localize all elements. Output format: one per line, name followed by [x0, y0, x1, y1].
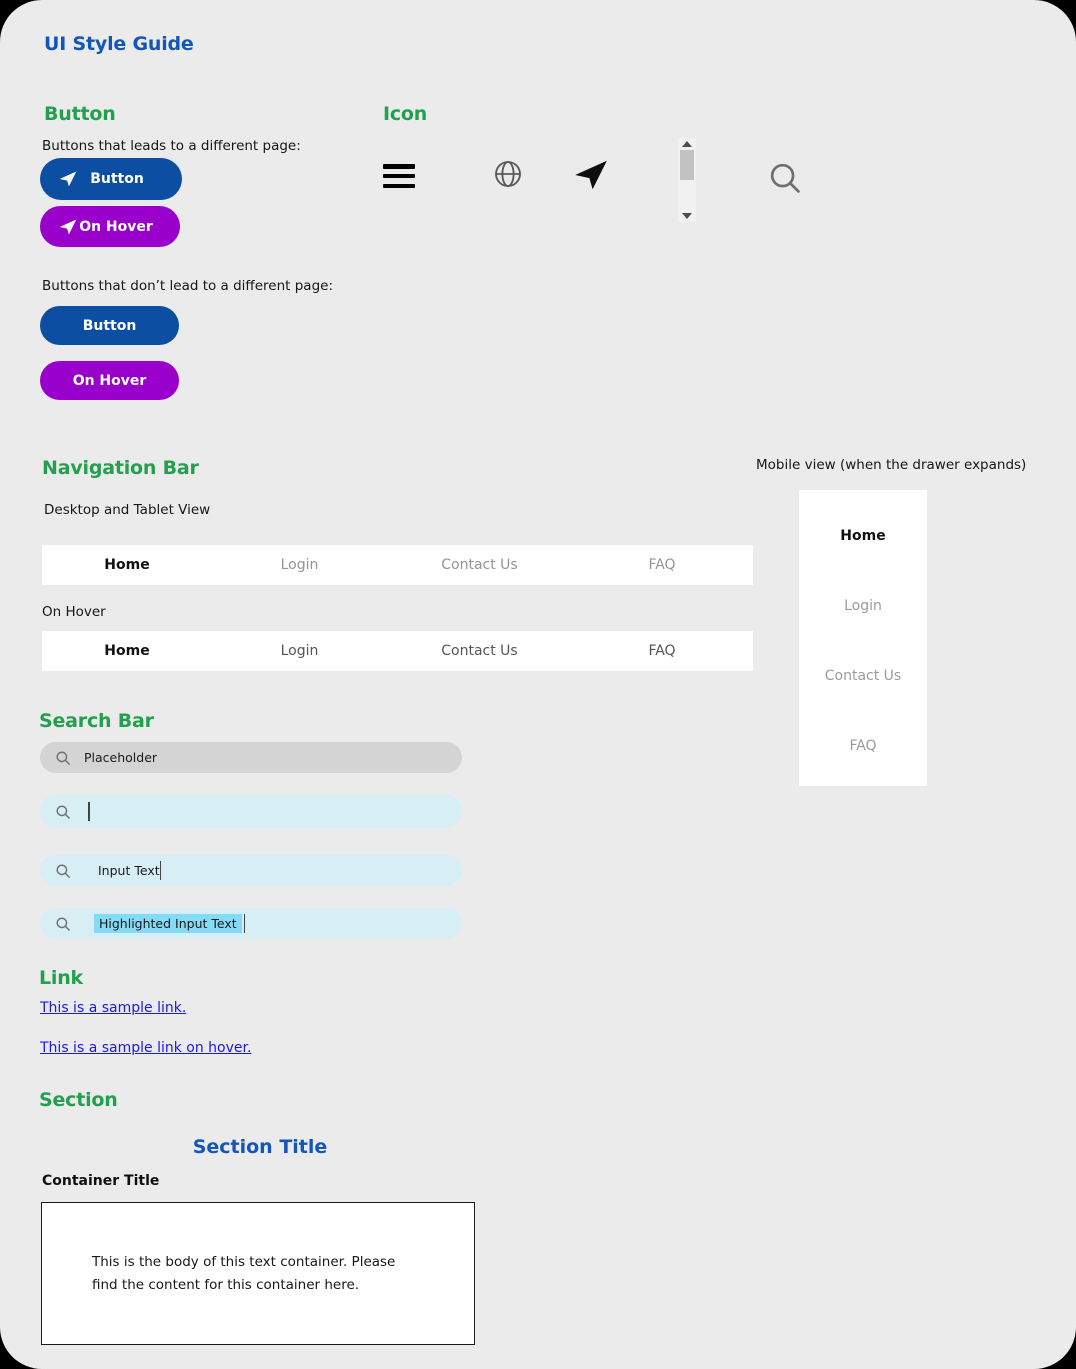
- container-title: Container Title: [42, 1173, 160, 1189]
- mobile-view-caption: Mobile view (when the drawer expands): [756, 457, 1027, 473]
- scroll-up-arrow-icon[interactable]: [682, 141, 692, 147]
- nav-item-home-hover[interactable]: Home: [42, 643, 212, 659]
- globe-icon[interactable]: [491, 157, 525, 191]
- scroll-down-arrow-icon[interactable]: [682, 213, 692, 219]
- search-input-text: Input Text: [98, 863, 160, 878]
- text-caret: [88, 802, 90, 821]
- icon-section-heading: Icon: [383, 103, 428, 125]
- text-caret: [243, 914, 246, 933]
- container-body-text: This is the body of this text container.…: [92, 1254, 396, 1293]
- nav-button-default-label: Button: [90, 171, 144, 187]
- nav-button-hover-label: On Hover: [79, 218, 153, 235]
- search-icon: [54, 862, 72, 880]
- sample-link-hover[interactable]: This is a sample link on hover.: [40, 1040, 251, 1056]
- text-caret: [159, 861, 162, 880]
- nav-buttons-caption: Buttons that leads to a different page:: [42, 138, 301, 154]
- drawer-item-faq[interactable]: FAQ: [799, 738, 927, 754]
- section-section-heading: Section: [39, 1089, 118, 1111]
- search-icon: [54, 915, 72, 933]
- scrollbar-thumb[interactable]: [680, 150, 694, 180]
- search-section-heading: Search Bar: [39, 710, 154, 732]
- paper-plane-icon: [58, 217, 78, 237]
- nav-hover-caption: On Hover: [42, 604, 106, 620]
- search-placeholder-text: Placeholder: [84, 750, 158, 765]
- search-icon: [54, 803, 72, 821]
- drawer-item-home[interactable]: Home: [799, 528, 927, 544]
- search-bar-with-input[interactable]: Input Text: [40, 855, 462, 886]
- button-section-heading: Button: [44, 103, 116, 125]
- nav-item-contact-us-hover[interactable]: Contact Us: [387, 643, 572, 659]
- paper-plane-icon: [58, 169, 78, 189]
- static-buttons-caption: Buttons that don’t lead to a different p…: [42, 278, 334, 294]
- search-icon: [54, 749, 72, 767]
- nav-section-heading: Navigation Bar: [42, 457, 199, 479]
- navbar-hover: Home Login Contact Us FAQ: [42, 631, 753, 671]
- style-guide-page: UI Style Guide Button Buttons that leads…: [0, 0, 1076, 1369]
- action-button-default[interactable]: Button: [40, 306, 179, 345]
- search-bar-empty-focused[interactable]: [40, 795, 462, 828]
- nav-item-faq[interactable]: FAQ: [572, 557, 752, 573]
- action-button-hover-label: On Hover: [72, 372, 147, 389]
- search-bar-placeholder[interactable]: Placeholder: [40, 742, 462, 773]
- link-section-heading: Link: [39, 967, 83, 989]
- text-container: This is the body of this text container.…: [41, 1202, 475, 1345]
- hamburger-bars: [383, 164, 415, 188]
- paper-plane-icon[interactable]: [570, 155, 612, 195]
- action-button-hover[interactable]: On Hover: [40, 361, 179, 400]
- nav-item-login[interactable]: Login: [212, 557, 387, 573]
- drawer-item-login[interactable]: Login: [799, 598, 927, 614]
- navbar-default: Home Login Contact Us FAQ: [42, 545, 753, 585]
- action-button-default-label: Button: [82, 317, 137, 334]
- page-title: UI Style Guide: [44, 33, 194, 55]
- search-icon[interactable]: [765, 158, 805, 198]
- desktop-view-caption: Desktop and Tablet View: [44, 502, 211, 518]
- search-highlighted-text: Highlighted Input Text: [94, 914, 242, 933]
- hamburger-menu-icon[interactable]: [378, 155, 420, 197]
- nav-button-hover[interactable]: On Hover: [40, 206, 180, 247]
- sample-link-default[interactable]: This is a sample link.: [40, 1000, 186, 1016]
- nav-button-default[interactable]: Button: [40, 158, 182, 200]
- nav-item-contact-us[interactable]: Contact Us: [387, 557, 572, 573]
- nav-item-faq-hover[interactable]: FAQ: [572, 643, 752, 659]
- drawer-item-contact-us[interactable]: Contact Us: [799, 668, 927, 684]
- section-title: Section Title: [192, 1136, 328, 1158]
- search-bar-highlighted[interactable]: Highlighted Input Text: [40, 908, 462, 939]
- mobile-drawer: Home Login Contact Us FAQ: [799, 490, 927, 786]
- nav-item-login-hover[interactable]: Login: [212, 643, 387, 659]
- nav-item-home[interactable]: Home: [42, 557, 212, 573]
- vertical-scrollbar[interactable]: [678, 138, 696, 222]
